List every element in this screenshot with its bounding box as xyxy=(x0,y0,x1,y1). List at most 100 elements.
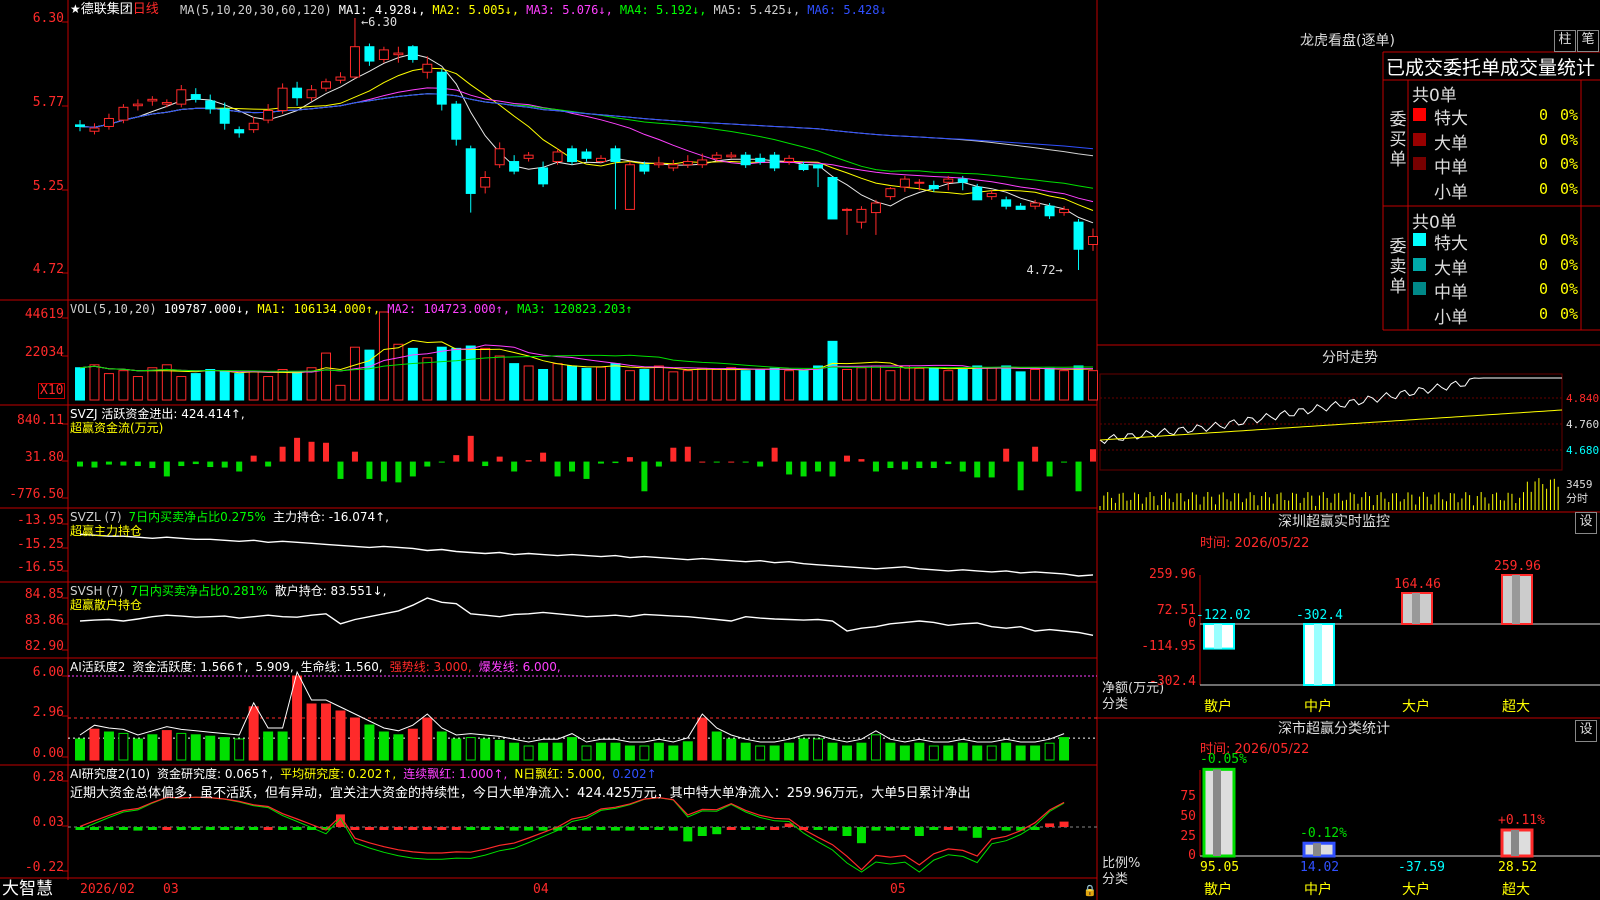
ai-research-bar xyxy=(480,827,490,830)
volume-bar xyxy=(595,366,606,401)
ai-research-bar xyxy=(495,827,505,830)
ai-active-bar xyxy=(75,738,85,761)
chart-canvas[interactable]: ←6.30 4.72→ xyxy=(0,0,1600,900)
candle-body xyxy=(813,164,824,169)
ai-active-bar xyxy=(726,738,737,761)
row-percent: 0% xyxy=(1560,231,1579,249)
volume-bar xyxy=(1073,365,1084,401)
stats-settings-button[interactable]: 设 xyxy=(1575,720,1597,742)
column-button[interactable]: 柱 xyxy=(1554,30,1576,52)
row-value: 0 xyxy=(1538,106,1548,124)
volume-bar xyxy=(248,371,259,401)
volume-bar xyxy=(841,368,852,401)
ma-line xyxy=(79,87,1094,203)
color-swatch xyxy=(1413,282,1426,295)
ai-research-bar xyxy=(104,827,114,830)
ai-active-bar xyxy=(248,706,259,761)
color-swatch xyxy=(1413,132,1426,146)
svzj-bar xyxy=(684,446,691,462)
svzj-bar xyxy=(540,452,547,462)
ai-active-bar xyxy=(132,738,143,761)
candle-body xyxy=(118,106,129,121)
svzj-bar xyxy=(496,456,503,462)
legend-item: SVZJ 活跃资金进出: 424.414↑, xyxy=(70,407,245,421)
ai-active-bar xyxy=(610,742,621,761)
volume-bar xyxy=(1030,368,1041,401)
ai-active-bar xyxy=(1044,742,1055,761)
candle-body xyxy=(349,46,360,78)
candle-body xyxy=(711,154,722,159)
legend-item: MA4: 5.192↓, xyxy=(619,3,707,17)
candle-body xyxy=(639,164,650,172)
ai-active-bar xyxy=(899,745,910,761)
stats-category-label: 散户 xyxy=(1204,882,1232,898)
ai-active-bar xyxy=(928,745,939,761)
axis-label: 44619 xyxy=(24,307,64,322)
volume-bar xyxy=(567,365,578,401)
ai-active-bar xyxy=(436,731,447,761)
row-value: 0 xyxy=(1538,179,1548,198)
lock-icon[interactable]: 🔒 xyxy=(1083,884,1097,898)
ai-research-bar xyxy=(741,827,751,830)
svzj-bar xyxy=(1090,449,1096,462)
ai-research-bar xyxy=(929,827,939,830)
ai-research-bar xyxy=(654,827,664,830)
ai-active-bar xyxy=(277,731,288,761)
svzj-bar xyxy=(236,461,243,472)
stats-bottom-label: -37.59 xyxy=(1398,860,1445,875)
ai-active-bar xyxy=(798,738,809,761)
candle-body xyxy=(205,100,216,110)
svzj-bar xyxy=(641,461,648,492)
axis-label: 0.03 xyxy=(32,815,64,830)
date-label: 04 xyxy=(533,882,549,897)
candle-body xyxy=(494,148,505,166)
monitor-settings-button[interactable]: 设 xyxy=(1575,512,1597,534)
svzj-bar xyxy=(351,451,358,462)
candle-body xyxy=(161,102,172,105)
monitor-bar-shade xyxy=(1314,624,1322,685)
candle-body xyxy=(292,87,303,99)
row-label: 中单 xyxy=(1434,158,1468,178)
volume-bar xyxy=(726,367,737,401)
ai-active-bar xyxy=(711,731,722,761)
legend-item: 连续飘红: 1.000↑, xyxy=(403,767,508,781)
ai-active-bar xyxy=(595,742,606,761)
candle-body xyxy=(856,208,867,223)
star-icon[interactable]: ★ xyxy=(70,2,81,16)
volume-bar xyxy=(581,367,592,401)
stats-bottom-label: 95.05 xyxy=(1200,860,1240,875)
ai-research-bar xyxy=(278,827,288,830)
ai-research-bar xyxy=(755,827,765,830)
monitor-time: 时间: 2026/05/22 xyxy=(1200,536,1310,551)
minute-axis: 4.680 xyxy=(1566,444,1600,457)
svzj-bar xyxy=(308,441,315,462)
candle-body xyxy=(147,98,158,102)
candle-body xyxy=(552,151,563,163)
svzj-bar xyxy=(655,461,662,467)
candle-body xyxy=(89,127,100,132)
ai-research-bar xyxy=(972,827,982,838)
row-value: 0 xyxy=(1538,155,1548,173)
legend-item: MA3: 5.076↓, xyxy=(526,3,613,17)
volume-bar xyxy=(190,373,201,401)
row-label: 中单 xyxy=(1434,283,1468,303)
stock-title: ★德联集团日线 xyxy=(70,2,159,17)
svzj-bar xyxy=(467,435,474,462)
legend-item: 5.909, xyxy=(255,660,294,674)
ai-active-bar xyxy=(697,717,708,761)
svzj-bar xyxy=(815,461,822,472)
low-price-label: 4.72→ xyxy=(1027,263,1063,277)
ai-active-bar xyxy=(841,745,852,761)
period-label[interactable]: 日线 xyxy=(133,2,159,17)
svzj-bar xyxy=(178,461,185,467)
volume-bar xyxy=(292,371,303,401)
stats-bar-shade xyxy=(1511,830,1519,856)
svzj-bar xyxy=(843,455,850,462)
ai-research-bar xyxy=(914,827,924,836)
svzj-bar xyxy=(265,461,272,467)
svzj-bar xyxy=(221,461,228,468)
candle-body xyxy=(277,87,288,112)
tick-button[interactable]: 笔 xyxy=(1577,30,1599,52)
axis-label: 6.00 xyxy=(32,665,64,680)
minute-vol-label: 3459 xyxy=(1566,478,1593,491)
